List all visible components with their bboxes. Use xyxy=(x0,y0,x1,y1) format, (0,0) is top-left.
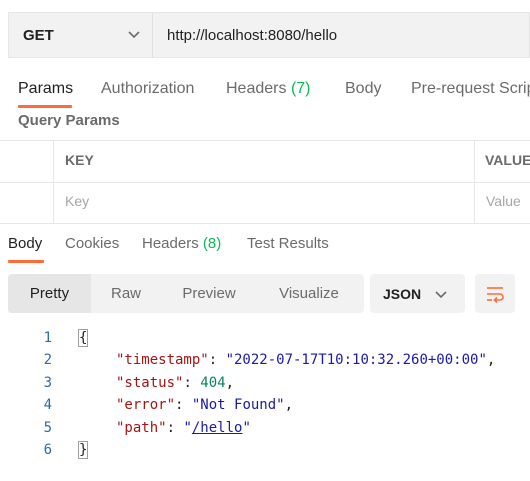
json-sep: : xyxy=(175,397,192,413)
json-sep: : xyxy=(208,352,226,368)
tab-pre-request-label: Pre-request Script xyxy=(411,80,530,97)
column-header-key: KEY xyxy=(65,152,94,168)
format-select[interactable]: JSON xyxy=(370,274,465,313)
tab-headers-label: Headers xyxy=(226,80,287,97)
table-bottom-border xyxy=(0,223,530,224)
view-preview-button[interactable]: Preview xyxy=(161,274,257,313)
code-line: "error": "Not Found", xyxy=(116,397,293,413)
json-trail: , xyxy=(225,375,235,391)
query-params-title: Query Params xyxy=(18,112,120,129)
tab-body-label: Body xyxy=(345,80,382,97)
json-trail: , xyxy=(486,352,496,368)
tab-params-label: Params xyxy=(18,80,74,97)
tab-test-results[interactable]: Test Results xyxy=(247,235,329,252)
line-number: 4 xyxy=(43,397,52,413)
line-number: 3 xyxy=(43,375,52,391)
code-line: "status": 404, xyxy=(116,375,234,391)
json-key: "status" xyxy=(116,375,184,391)
view-pretty-button[interactable]: Pretty xyxy=(8,274,91,313)
line-number: 2 xyxy=(43,352,52,368)
close-brace: } xyxy=(78,441,89,459)
tab-test-results-label: Test Results xyxy=(247,235,329,252)
tab-headers[interactable]: Headers (7) xyxy=(226,80,311,98)
line-number: 1 xyxy=(43,330,52,346)
tab-authorization-label: Authorization xyxy=(101,80,195,97)
json-key: "path" xyxy=(116,420,167,436)
column-header-value: VALUE xyxy=(485,152,530,168)
view-raw-button[interactable]: Raw xyxy=(91,274,161,313)
tab-cookies-label: Cookies xyxy=(65,235,120,252)
method-select[interactable]: GET xyxy=(8,12,152,58)
tab-body[interactable]: Body xyxy=(345,80,381,98)
tab-authorization[interactable]: Authorization xyxy=(101,80,194,98)
tab-response-headers-label: Headers xyxy=(142,235,199,252)
json-key: "error" xyxy=(116,397,176,413)
active-tab-indicator xyxy=(18,105,72,108)
json-quote: " xyxy=(183,420,192,436)
format-label: JSON xyxy=(383,285,422,302)
value-input[interactable]: Value xyxy=(486,193,521,209)
tab-pre-request-script[interactable]: Pre-request Script xyxy=(411,80,530,98)
tab-response-body-label: Body xyxy=(8,235,43,252)
method-label: GET xyxy=(23,26,54,44)
chevron-down-icon xyxy=(435,291,447,299)
url-text: http://localhost:8080/hello xyxy=(167,26,338,44)
wrap-lines-button[interactable] xyxy=(475,274,515,313)
open-brace: { xyxy=(78,329,89,347)
tab-cookies[interactable]: Cookies xyxy=(65,235,119,252)
key-input[interactable]: Key xyxy=(65,193,89,209)
tab-response-headers[interactable]: Headers (8) xyxy=(142,235,221,252)
url-input[interactable]: http://localhost:8080/hello xyxy=(152,12,530,58)
table-col-divider xyxy=(53,140,54,224)
json-value: "Not Found" xyxy=(191,397,285,413)
tab-headers-count: (7) xyxy=(290,80,311,97)
line-number: 6 xyxy=(43,442,52,458)
json-key: "timestamp" xyxy=(116,352,209,368)
tab-response-headers-count: (8) xyxy=(202,235,222,252)
code-line: { xyxy=(78,329,89,347)
json-trail: , xyxy=(284,397,294,413)
wrap-lines-icon xyxy=(487,286,504,303)
line-number: 5 xyxy=(43,420,52,436)
path-link[interactable]: /hello xyxy=(192,420,243,436)
table-header-border xyxy=(0,182,530,183)
code-line: } xyxy=(78,441,89,459)
table-col-divider xyxy=(474,140,475,224)
view-visualize-button[interactable]: Visualize xyxy=(257,274,361,313)
table-top-border xyxy=(0,140,530,141)
json-value: 404 xyxy=(200,375,226,391)
json-quote: " xyxy=(242,420,251,436)
chevron-down-icon xyxy=(128,31,140,39)
tab-response-body[interactable]: Body xyxy=(8,235,42,252)
code-line: "path": "/hello" xyxy=(116,420,251,436)
json-value: "2022-07-17T10:10:32.260+00:00" xyxy=(225,352,487,368)
code-line: "timestamp": "2022-07-17T10:10:32.260+00… xyxy=(116,352,495,368)
tab-params[interactable]: Params xyxy=(18,80,73,98)
active-response-tab-indicator xyxy=(8,260,44,263)
json-sep: : xyxy=(183,375,201,391)
json-sep: : xyxy=(166,420,184,436)
